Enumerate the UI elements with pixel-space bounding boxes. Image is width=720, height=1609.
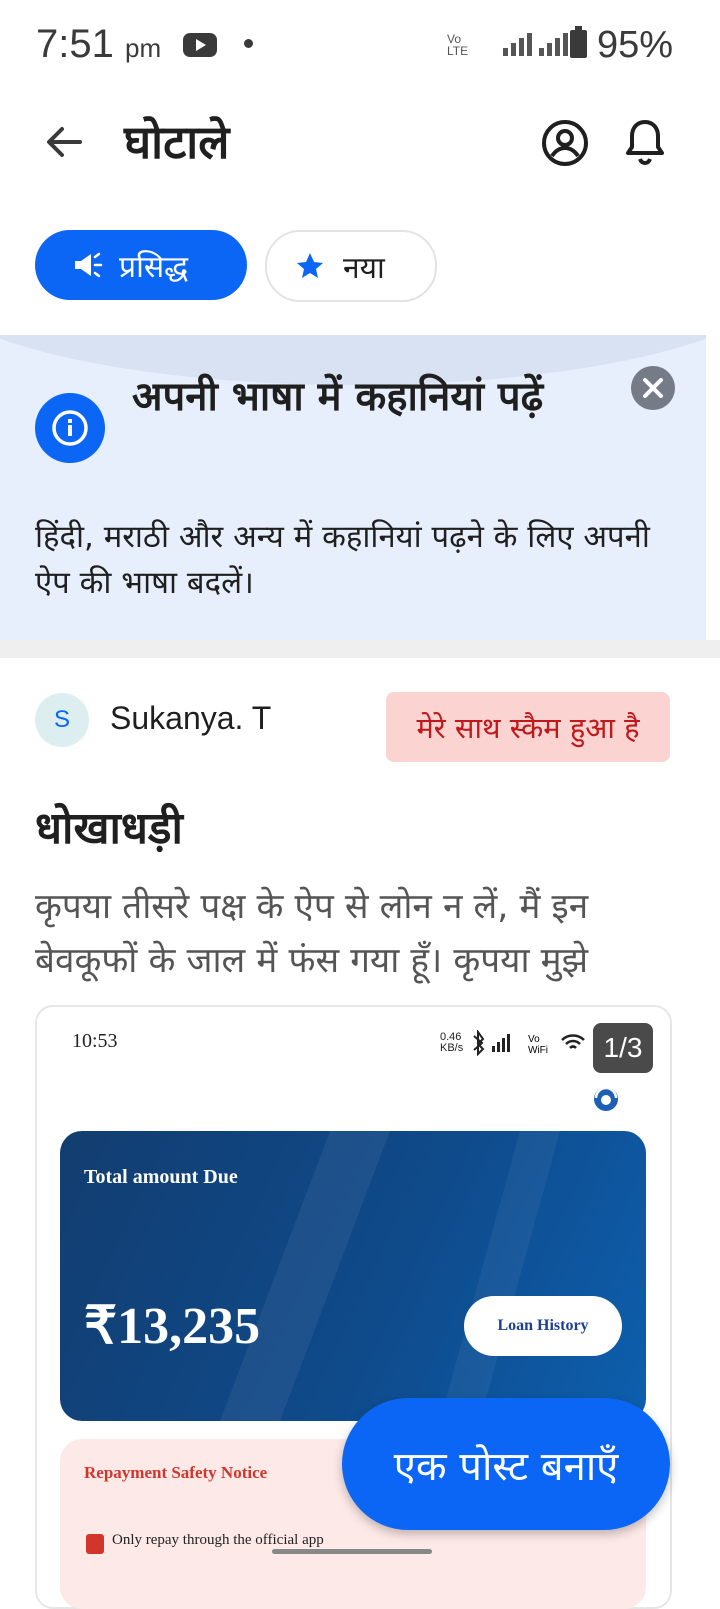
post-body[interactable]: कृपया तीसरे पक्ष के ऐप से लोन न लें, मैं… (35, 880, 685, 988)
filter-chip-popular[interactable]: प्रसिद्ध (35, 230, 247, 300)
image-counter: 1/3 (593, 1023, 653, 1073)
image-status-speed: 0.46 KB/s (440, 1031, 464, 1054)
megaphone-icon (75, 252, 103, 278)
loan-history-button: Loan History (464, 1296, 622, 1356)
scam-tag-badge: मेरे साथ स्कैम हुआ है (386, 692, 670, 762)
account-icon (542, 120, 588, 166)
close-icon (643, 378, 663, 398)
youtube-icon (183, 33, 217, 57)
avatar[interactable]: S (35, 693, 89, 747)
volte-indicator: Vo LTE (447, 32, 469, 58)
profile-button[interactable] (540, 118, 590, 168)
page-title: घोटाले (124, 115, 230, 169)
warning-icon (86, 1534, 104, 1554)
info-icon (35, 393, 105, 463)
due-amount: ₹13,235 (84, 1298, 261, 1355)
back-button[interactable] (40, 118, 88, 166)
image-status-icons: VoWiFi (473, 1030, 585, 1056)
notifications-button[interactable] (620, 116, 670, 168)
filter-chip-new-label: नया (343, 250, 385, 286)
signal-icon (503, 30, 568, 56)
banner-title: अपनी भाषा में कहानियां पढ़ें (132, 374, 544, 420)
svg-text:WiFi: WiFi (528, 1045, 548, 1056)
headset-icon (594, 1086, 618, 1111)
status-time: 7:51 pm (36, 22, 162, 66)
home-indicator[interactable] (272, 1549, 432, 1554)
bell-icon (626, 120, 664, 166)
filter-chip-popular-label: प्रसिद्ध (119, 249, 189, 285)
notification-dot-icon (244, 39, 253, 48)
notice-line: Only repay through the official app (112, 1532, 324, 1548)
divider (0, 640, 720, 658)
banner-text: हिंदी, मराठी और अन्य में कहानियां पढ़ने … (35, 519, 650, 601)
image-status-time: 10:53 (72, 1030, 118, 1052)
create-post-button[interactable]: एक पोस्ट बनाएँ (342, 1398, 670, 1530)
due-label: Total amount Due (84, 1166, 238, 1188)
battery-icon (570, 26, 587, 58)
author-name[interactable]: Sukanya. T (110, 700, 271, 737)
star-icon (297, 253, 323, 278)
battery-percent: 95% (597, 24, 674, 66)
post-title[interactable]: धोखाधड़ी (35, 796, 183, 856)
back-arrow-icon (47, 127, 82, 157)
svg-text:Vo: Vo (528, 1034, 540, 1045)
filter-chip-new[interactable]: नया (265, 230, 437, 302)
banner-close-button[interactable] (631, 366, 675, 410)
notice-title: Repayment Safety Notice (84, 1463, 268, 1482)
